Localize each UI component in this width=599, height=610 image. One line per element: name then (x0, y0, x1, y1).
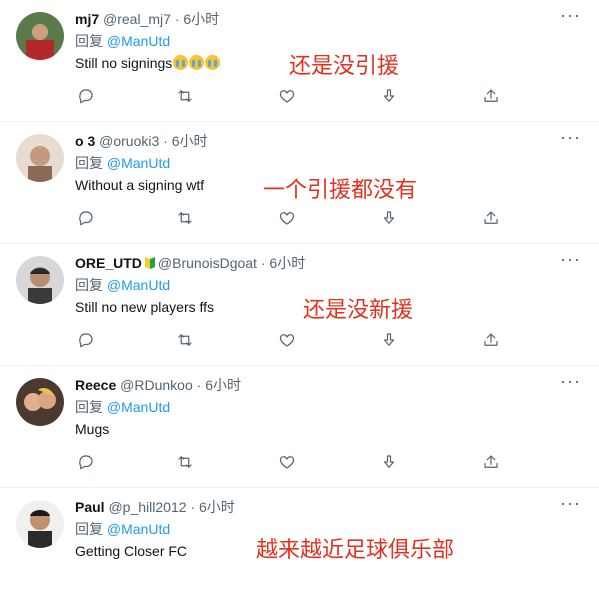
retweet-icon[interactable] (173, 84, 197, 108)
tweet-text: Still no new players ffs (75, 299, 215, 315)
timestamp[interactable]: 6小时 (172, 133, 208, 149)
mention-link[interactable]: @ManUtd (107, 33, 170, 49)
user-handle[interactable]: @real_mj7 (103, 11, 171, 27)
timestamp[interactable]: 6小时 (205, 377, 241, 393)
reply-icon[interactable] (74, 206, 98, 230)
display-name[interactable]: ORE_UTD (75, 255, 142, 271)
caption-overlay: 一个引援都没有 (263, 178, 418, 203)
user-handle[interactable]: @p_hill2012 (108, 499, 186, 515)
share-icon[interactable] (479, 206, 503, 230)
avatar[interactable] (16, 378, 64, 426)
tweet-text-content: Still no signings (75, 55, 173, 71)
download-icon[interactable] (377, 450, 401, 474)
tweet-header: Paul @p_hill2012 · 6小时 (75, 498, 235, 516)
tweet[interactable]: Reece @RDunkoo · 6小时 ··· 回复 @ManUtd Mugs (0, 366, 599, 488)
tweet-text: Mugs (75, 421, 110, 437)
tweet-header: o 3 @oruoki3 · 6小时 (75, 132, 208, 150)
user-handle[interactable]: @RDunkoo (120, 377, 193, 393)
timestamp[interactable]: 6小时 (183, 11, 219, 27)
reply-icon[interactable] (74, 84, 98, 108)
tweet-header: ORE_UTD @BrunoisDgoat · 6小时 (75, 254, 305, 272)
separator-dot: · (174, 11, 180, 27)
share-icon[interactable] (479, 84, 503, 108)
reply-prefix: 回复 (75, 155, 103, 171)
avatar[interactable] (16, 12, 64, 60)
retweet-icon[interactable] (173, 450, 197, 474)
tweet[interactable]: mj7 @real_mj7 · 6小时 ··· 回复 @ManUtd Still… (0, 0, 599, 122)
more-options-icon[interactable]: ··· (560, 494, 581, 512)
timestamp[interactable]: 6小时 (199, 499, 235, 515)
retweet-icon[interactable] (173, 206, 197, 230)
caption-overlay: 还是没引援 (289, 54, 400, 79)
crying-emoji-icon (205, 55, 221, 70)
reply-context: 回复 @ManUtd (75, 398, 170, 416)
caption-overlay: 越来越近足球俱乐部 (256, 538, 455, 563)
mention-link[interactable]: @ManUtd (107, 521, 170, 537)
mention-link[interactable]: @ManUtd (107, 155, 170, 171)
like-icon[interactable] (275, 84, 299, 108)
reply-icon[interactable] (74, 450, 98, 474)
tweet-header: mj7 @real_mj7 · 6小时 (75, 10, 219, 28)
tweet-actions (75, 84, 585, 108)
tweet-text: Without a signing wtf (75, 177, 205, 193)
like-icon[interactable] (275, 450, 299, 474)
display-name[interactable]: Reece (75, 377, 116, 393)
tweet[interactable]: Paul @p_hill2012 · 6小时 ··· 回复 @ManUtd Ge… (0, 488, 599, 610)
user-handle[interactable]: @BrunoisDgoat (158, 255, 257, 271)
separator-dot: · (260, 255, 266, 271)
reply-prefix: 回复 (75, 521, 103, 537)
reply-prefix: 回复 (75, 399, 103, 415)
tweet[interactable]: ORE_UTD @BrunoisDgoat · 6小时 ··· 回复 @ManUt… (0, 244, 599, 366)
avatar[interactable] (16, 500, 64, 548)
tweet-actions (75, 206, 585, 230)
caption-overlay: 还是没新援 (303, 298, 414, 323)
more-options-icon[interactable]: ··· (560, 6, 581, 24)
crying-emoji-icon (173, 55, 189, 70)
mention-link[interactable]: @ManUtd (107, 399, 170, 415)
reply-prefix: 回复 (75, 277, 103, 293)
more-options-icon[interactable]: ··· (560, 128, 581, 146)
like-icon[interactable] (275, 328, 299, 352)
like-icon[interactable] (275, 206, 299, 230)
more-options-icon[interactable]: ··· (560, 250, 581, 268)
display-name[interactable]: o 3 (75, 133, 95, 149)
tweet-text: Still no signings (75, 54, 221, 72)
reply-icon[interactable] (74, 328, 98, 352)
avatar[interactable] (16, 256, 64, 304)
separator-dot: · (196, 377, 202, 393)
tweet-header: Reece @RDunkoo · 6小时 (75, 376, 241, 394)
tweet[interactable]: o 3 @oruoki3 · 6小时 ··· 回复 @ManUtd Withou… (0, 122, 599, 244)
separator-dot: · (190, 499, 196, 515)
reply-prefix: 回复 (75, 33, 103, 49)
download-icon[interactable] (377, 84, 401, 108)
tweet-actions (75, 328, 585, 352)
download-icon[interactable] (377, 206, 401, 230)
display-name[interactable]: mj7 (75, 11, 99, 27)
tweet-actions (75, 450, 585, 474)
more-options-icon[interactable]: ··· (560, 372, 581, 390)
retweet-icon[interactable] (173, 328, 197, 352)
mention-link[interactable]: @ManUtd (107, 277, 170, 293)
share-icon[interactable] (479, 450, 503, 474)
beginner-badge-icon (144, 257, 155, 269)
tweet-text: Getting Closer FC (75, 543, 188, 559)
reply-context: 回复 @ManUtd (75, 520, 170, 538)
crying-emoji-icon (189, 55, 205, 70)
reply-context: 回复 @ManUtd (75, 276, 170, 294)
avatar[interactable] (16, 134, 64, 182)
timestamp[interactable]: 6小时 (269, 255, 305, 271)
download-icon[interactable] (377, 328, 401, 352)
user-handle[interactable]: @oruoki3 (99, 133, 159, 149)
reply-context: 回复 @ManUtd (75, 154, 170, 172)
separator-dot: · (163, 133, 168, 149)
share-icon[interactable] (479, 328, 503, 352)
display-name[interactable]: Paul (75, 499, 105, 515)
reply-context: 回复 @ManUtd (75, 32, 170, 50)
